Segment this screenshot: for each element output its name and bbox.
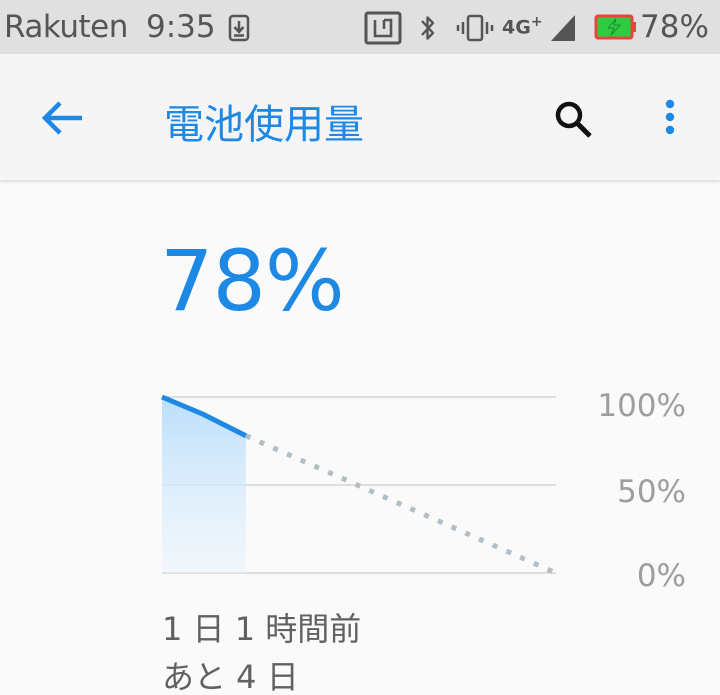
battery-level-display: 78% (160, 232, 345, 330)
more-options-button[interactable] (640, 86, 700, 150)
clock: 9:35 (146, 9, 216, 45)
vibrate-icon (456, 14, 494, 42)
search-icon (555, 101, 592, 138)
battery-history-chart: 100% 50% 0% (0, 380, 720, 594)
signal-icon (551, 15, 575, 41)
nfc-icon (364, 11, 402, 45)
chart-start-time-label: 1 日 1 時間前 (162, 610, 362, 648)
download-icon (228, 14, 250, 42)
y-tick-label-100: 100% (597, 388, 686, 424)
more-vert-icon (665, 99, 675, 135)
status-bar: Rakuten 9:35 4G+ 78% (0, 0, 720, 54)
battery-charging-icon (594, 14, 636, 40)
projected-battery-line (244, 433, 558, 576)
search-button[interactable] (540, 86, 604, 150)
network-type: 4G+ (502, 14, 543, 39)
estimated-time-remaining: あと 4 日 (162, 658, 299, 695)
arrow-back-icon (41, 101, 82, 135)
y-tick-label-50: 50% (617, 474, 686, 510)
app-bar: 電池使用量 (0, 54, 720, 180)
back-button[interactable] (30, 86, 94, 150)
page-title: 電池使用量 (164, 102, 364, 148)
carrier-label: Rakuten (4, 9, 128, 45)
y-tick-label-0: 0% (636, 558, 686, 594)
bluetooth-icon (421, 16, 435, 40)
battery-history-area (162, 397, 246, 573)
battery-percent-label: 78% (640, 9, 709, 45)
